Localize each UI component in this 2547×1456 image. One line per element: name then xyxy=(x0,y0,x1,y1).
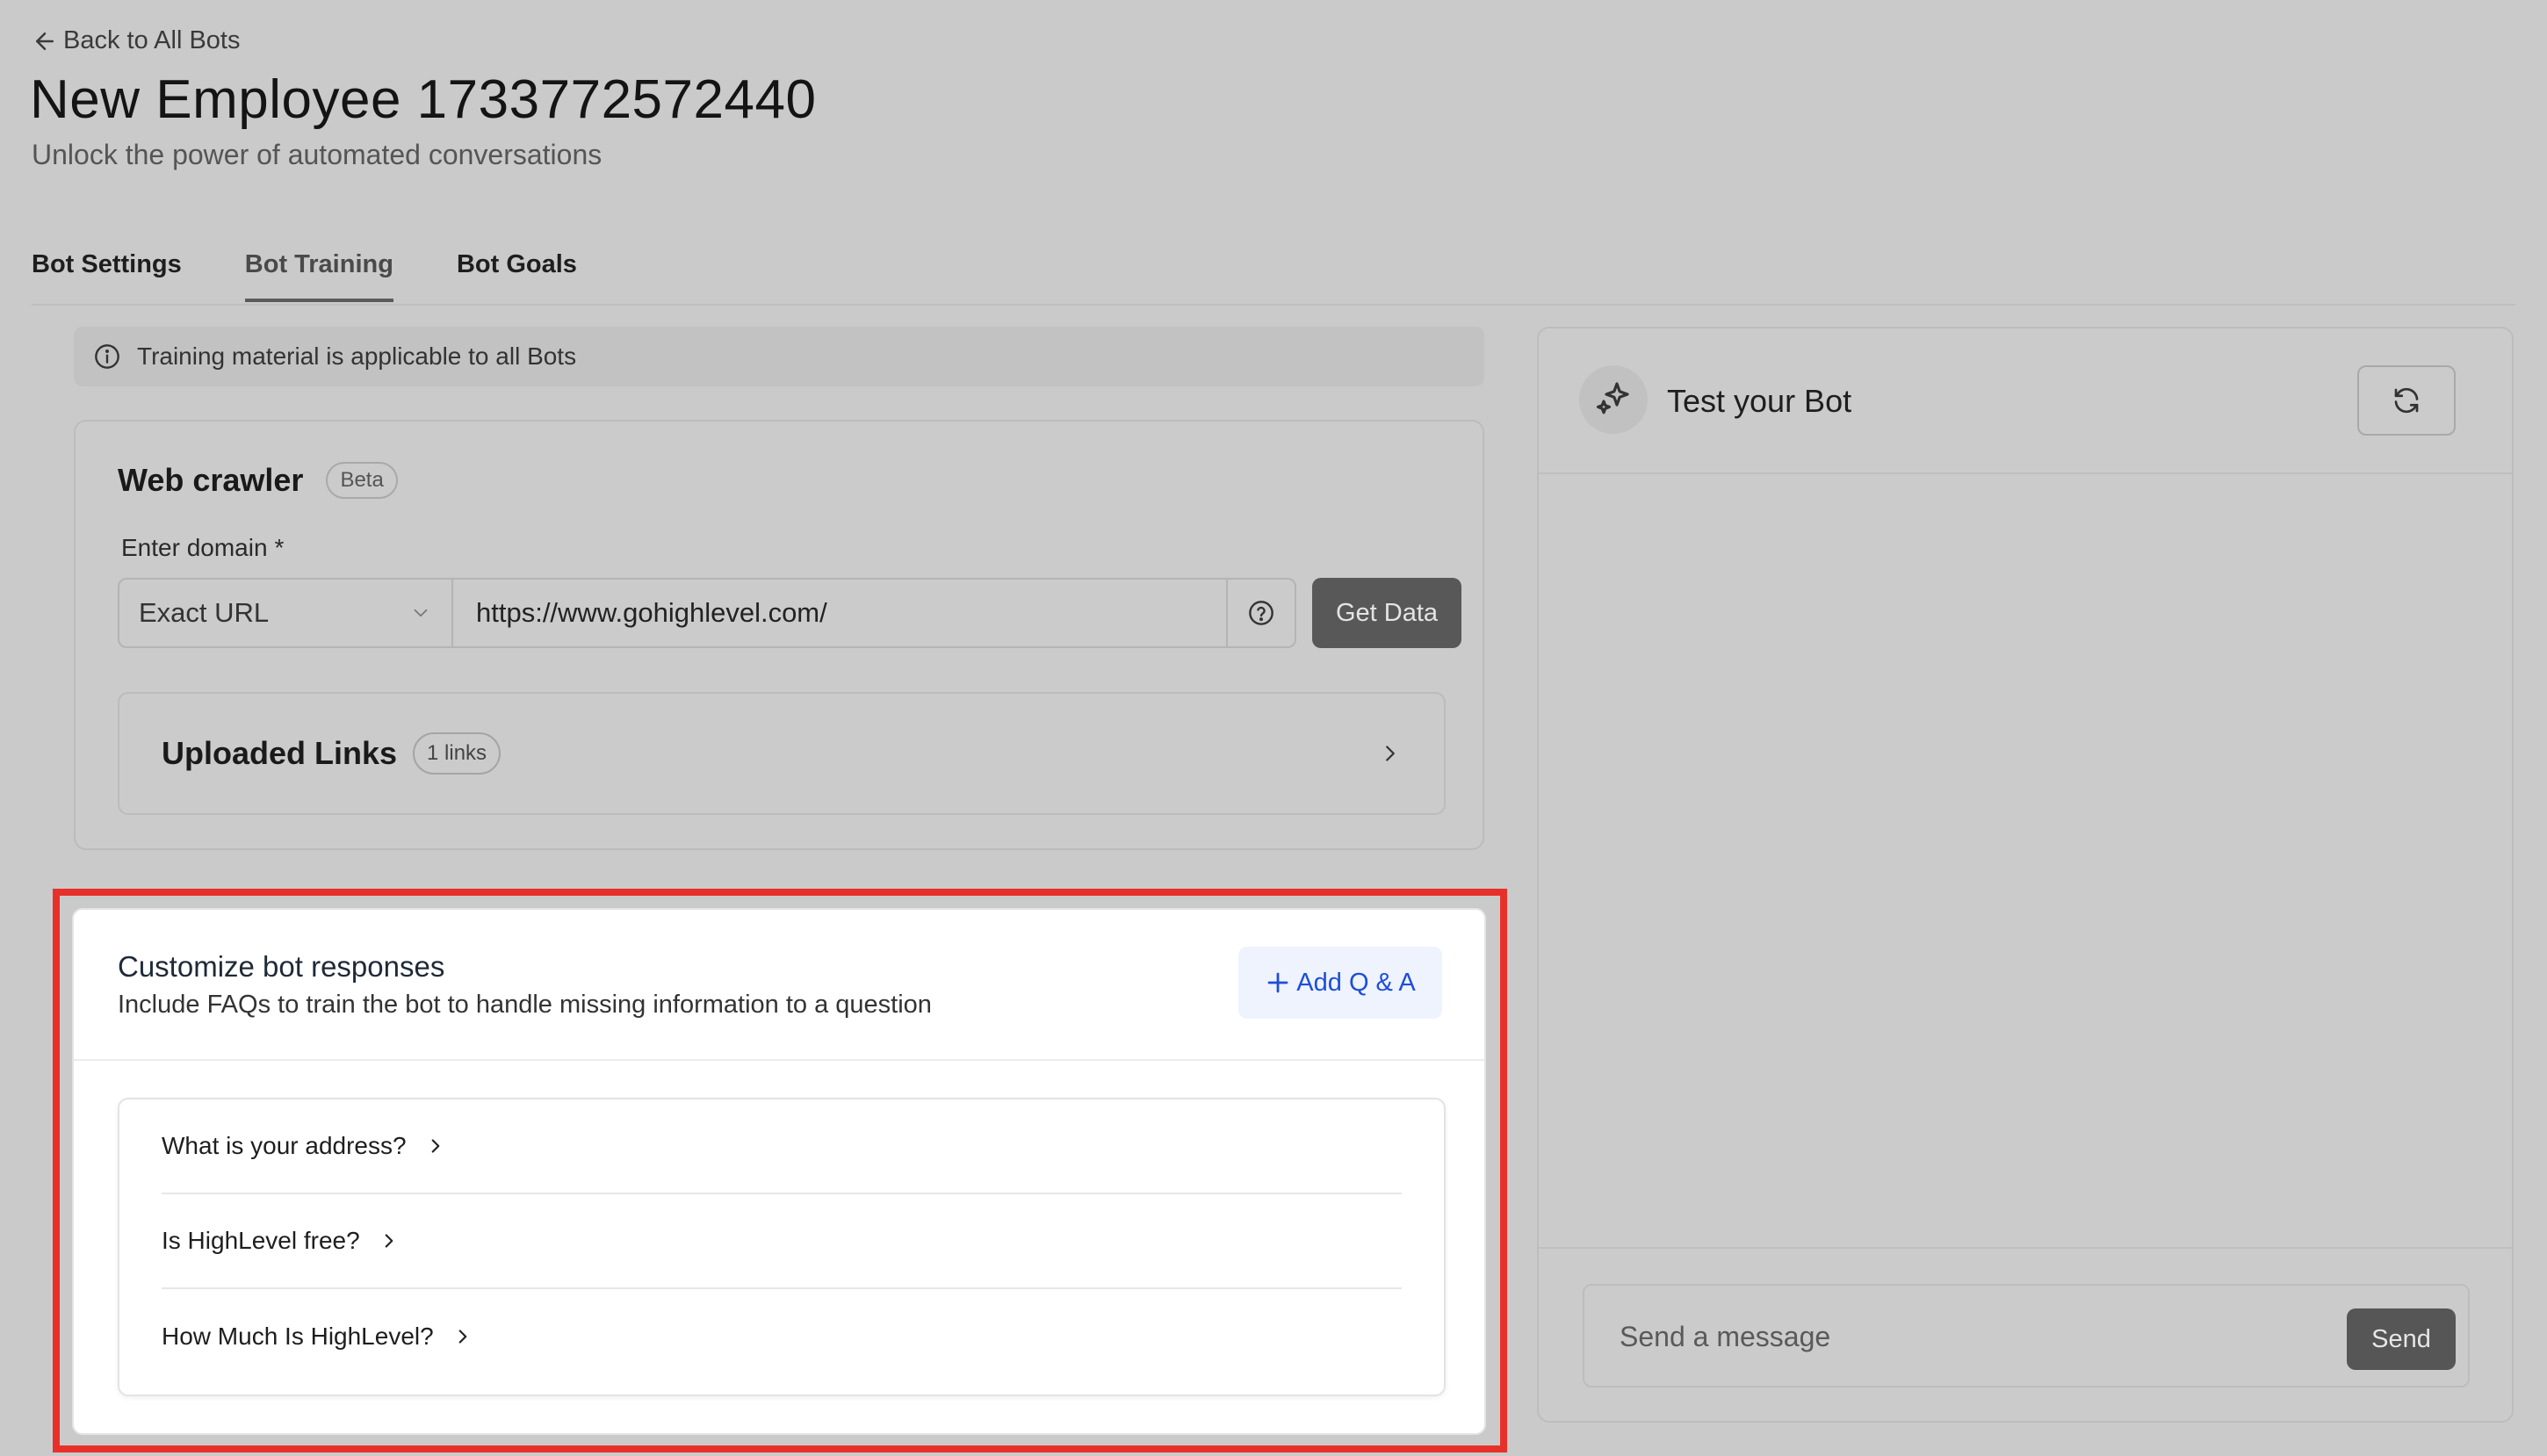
url-type-value: Exact URL xyxy=(139,597,270,628)
faq-item[interactable]: How Much Is HighLevel? xyxy=(162,1289,1402,1384)
add-qa-button[interactable]: Add Q & A xyxy=(1238,947,1442,1019)
customize-divider xyxy=(74,1059,1484,1061)
arrow-left-icon xyxy=(32,28,58,54)
uploaded-links-row[interactable]: Uploaded Links 1 links xyxy=(118,692,1446,815)
links-count-badge: 1 links xyxy=(413,732,501,775)
sparkles-icon xyxy=(1579,365,1648,434)
back-to-all-bots-link[interactable]: Back to All Bots xyxy=(32,26,241,55)
customize-responses-card: Customize bot responses Include FAQs to … xyxy=(72,908,1486,1435)
refresh-icon xyxy=(2391,385,2422,416)
faq-question: Is HighLevel free? xyxy=(162,1227,360,1254)
test-bot-panel: Test your Bot Send xyxy=(1537,327,2514,1423)
tabs-divider xyxy=(32,304,2515,306)
faq-question: How Much Is HighLevel? xyxy=(162,1323,434,1350)
faq-item[interactable]: Is HighLevel free? xyxy=(162,1194,1402,1289)
chat-footer-divider xyxy=(1539,1247,2512,1249)
bot-tabs: Bot Settings Bot Training Bot Goals xyxy=(32,250,577,302)
faq-list: What is your address? Is HighLevel free?… xyxy=(118,1098,1446,1396)
send-button[interactable]: Send xyxy=(2347,1308,2456,1370)
web-crawler-header: Web crawler Beta xyxy=(118,462,398,499)
question-circle-icon xyxy=(1247,599,1275,627)
chevron-right-icon xyxy=(378,1229,400,1252)
info-icon xyxy=(93,342,121,371)
test-bot-title: Test your Bot xyxy=(1667,383,1852,419)
help-button[interactable] xyxy=(1228,578,1296,648)
chevron-right-icon xyxy=(1377,740,1403,767)
web-crawler-title: Web crawler xyxy=(118,462,304,498)
tab-bot-training[interactable]: Bot Training xyxy=(244,250,393,302)
url-type-select[interactable]: Exact URL xyxy=(118,578,453,648)
get-data-button[interactable]: Get Data xyxy=(1312,578,1461,648)
refresh-chat-button[interactable] xyxy=(2357,365,2456,436)
back-link-label: Back to All Bots xyxy=(63,26,241,54)
enter-domain-label: Enter domain * xyxy=(121,534,284,562)
info-banner-text: Training material is applicable to all B… xyxy=(137,342,577,370)
faq-item[interactable]: What is your address? xyxy=(162,1099,1402,1194)
domain-url-input[interactable] xyxy=(453,578,1228,648)
faq-question: What is your address? xyxy=(162,1132,407,1159)
chevron-right-icon xyxy=(424,1135,447,1157)
test-bot-header: Test your Bot xyxy=(1539,328,2512,474)
chevron-down-icon xyxy=(409,602,432,624)
web-crawler-card: Web crawler Beta Enter domain * Exact URL… xyxy=(74,420,1484,850)
beta-badge: Beta xyxy=(326,462,398,499)
tab-bot-goals[interactable]: Bot Goals xyxy=(457,250,577,302)
page-subtitle: Unlock the power of automated conversati… xyxy=(32,139,602,170)
domain-input-row: Exact URL Get Data xyxy=(118,578,1461,648)
customize-title: Customize bot responses xyxy=(118,950,445,983)
uploaded-links-title: Uploaded Links xyxy=(162,735,398,771)
tab-bot-settings[interactable]: Bot Settings xyxy=(32,250,182,302)
customize-description: Include FAQs to train the bot to handle … xyxy=(118,991,932,1019)
message-input[interactable] xyxy=(1620,1312,2305,1361)
plus-icon xyxy=(1265,969,1291,996)
chevron-right-icon xyxy=(451,1325,474,1348)
add-qa-label: Add Q & A xyxy=(1296,968,1416,997)
page-title: New Employee 1733772572440 xyxy=(30,69,817,130)
enter-domain-text: Enter domain xyxy=(121,534,268,561)
message-composer: Send xyxy=(1583,1284,2470,1388)
required-asterisk: * xyxy=(274,534,285,561)
training-info-banner: Training material is applicable to all B… xyxy=(74,327,1484,386)
